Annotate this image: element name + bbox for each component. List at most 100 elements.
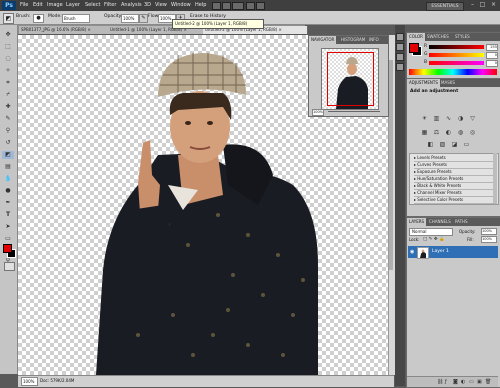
black-white-icon[interactable]: ◐ — [445, 129, 452, 136]
quick-mask-icon[interactable] — [4, 262, 15, 271]
channel-mixer-icon[interactable]: ◎ — [469, 129, 476, 136]
opacity-input[interactable]: 100% — [121, 14, 139, 23]
navigator-thumbnail[interactable] — [321, 48, 379, 110]
red-slider[interactable] — [429, 45, 484, 49]
color-panel-foreground[interactable] — [409, 43, 419, 53]
tab-channels[interactable]: CHANNELS — [427, 218, 453, 226]
quick-select-tool-icon[interactable]: ✧ — [2, 67, 14, 75]
shape-tool-icon[interactable]: ▭ — [2, 235, 14, 243]
navigator-zoom-slider[interactable]: 100% — [312, 109, 384, 116]
tab-styles[interactable]: STYLES — [453, 33, 472, 41]
fill-input[interactable]: 100% — [481, 236, 497, 243]
color-spectrum-bar[interactable] — [409, 69, 497, 75]
lock-icons[interactable]: □ ✎ ✥ 🔒 — [423, 237, 445, 242]
menu-analysis[interactable]: Analysis — [121, 0, 142, 11]
preset-channel-mixer[interactable]: ▸ Channel Mixer Presets — [414, 190, 497, 197]
red-value[interactable]: 255 — [486, 44, 498, 51]
zoom-level-field[interactable]: 100% — [21, 377, 38, 386]
zoom-level-icon[interactable] — [232, 2, 244, 10]
close-button[interactable]: × — [489, 1, 498, 9]
color-balance-icon[interactable]: ⚖ — [433, 129, 440, 136]
layer-row[interactable]: ◉ Layer 1 — [408, 246, 498, 259]
type-tool-icon[interactable]: T — [2, 211, 14, 219]
navigator-zoom-value[interactable]: 100% — [312, 109, 324, 116]
new-layer-icon[interactable]: ▣ — [477, 379, 482, 385]
exposure-icon[interactable]: ◑ — [457, 115, 464, 122]
hand-tool-icon[interactable] — [246, 2, 255, 10]
clone-source-icon[interactable] — [396, 63, 404, 71]
vibrance-icon[interactable]: ▽ — [469, 115, 476, 122]
gradient-tool-icon[interactable]: ▤ — [2, 163, 14, 171]
tab-histogram[interactable]: HISTOGRAM — [339, 36, 367, 44]
blend-mode-select[interactable]: Normal — [409, 228, 453, 236]
brush-tool-icon[interactable]: ✎ — [2, 115, 14, 123]
bridge-icon[interactable] — [212, 2, 221, 10]
menu-filter[interactable]: Filter — [104, 0, 116, 11]
layer-opacity-input[interactable]: 100% — [481, 228, 497, 235]
menu-layer[interactable]: Layer — [66, 0, 80, 11]
menu-3d[interactable]: 3D — [144, 0, 151, 11]
brushes-icon[interactable] — [396, 53, 404, 61]
history-icon[interactable] — [396, 33, 404, 41]
navigator-zoom-track[interactable] — [328, 111, 380, 112]
tab-navigator[interactable]: NAVIGATOR — [309, 36, 337, 44]
eraser-tool-icon[interactable]: ◩ — [3, 13, 14, 24]
menu-view[interactable]: View — [155, 0, 167, 11]
eyedropper-tool-icon[interactable]: ⌿ — [2, 91, 14, 99]
posterize-icon[interactable]: ▨ — [439, 141, 446, 148]
blue-slider[interactable] — [429, 61, 484, 65]
tab-swatches[interactable]: SWATCHES — [425, 33, 451, 41]
add-mask-icon[interactable]: ◙ — [453, 379, 458, 385]
dodge-tool-icon[interactable]: ● — [2, 187, 14, 195]
crop-tool-icon[interactable]: ⌗ — [2, 79, 14, 87]
levels-icon[interactable]: ▥ — [433, 115, 440, 122]
green-slider[interactable] — [429, 53, 484, 57]
move-tool-icon[interactable]: ✥ — [2, 31, 14, 39]
menu-select[interactable]: Select — [85, 0, 100, 11]
photo-filter-icon[interactable]: ◍ — [457, 129, 464, 136]
tab-masks[interactable]: MASKS — [439, 79, 457, 87]
foreground-color-swatch[interactable] — [3, 244, 12, 253]
mode-select[interactable]: Brush — [62, 14, 90, 23]
preset-exposure[interactable]: ▸ Exposure Presets — [414, 169, 497, 176]
maximize-button[interactable]: □ — [478, 1, 487, 9]
blue-value[interactable]: 0 — [486, 60, 498, 67]
layer-style-icon[interactable]: ƒ — [445, 379, 447, 385]
menu-help[interactable]: Help — [195, 0, 206, 11]
preset-curves[interactable]: ▸ Curves Presets — [414, 162, 497, 169]
tab-layers[interactable]: LAYERS — [407, 218, 427, 226]
tab-info[interactable]: INFO — [367, 36, 381, 44]
menu-file[interactable]: File — [20, 0, 28, 11]
preset-selective-color[interactable]: ▸ Selective Color Presets — [414, 197, 497, 204]
preset-levels[interactable]: ▸ Levels Presets — [414, 155, 497, 162]
visibility-eye-icon[interactable]: ◉ — [410, 249, 414, 255]
scrollbar-thumb[interactable] — [389, 60, 393, 270]
preset-hue-saturation[interactable]: ▸ Hue/Saturation Presets — [414, 176, 497, 183]
rotate-view-icon[interactable] — [256, 2, 265, 10]
presets-scrollbar[interactable] — [493, 153, 497, 203]
hue-saturation-icon[interactable]: ▦ — [421, 129, 428, 136]
tab-document-1[interactable]: SPB013T7_JPG @ 16.6% (RGB/8) × — [19, 26, 110, 34]
green-value[interactable]: 0 — [486, 52, 498, 59]
pressure-opacity-icon[interactable]: ✎ — [139, 14, 148, 23]
document-size-info[interactable]: Doc: 579K/2.04M — [40, 377, 74, 384]
preset-black-white[interactable]: ▸ Black & White Presets — [414, 183, 497, 190]
menu-edit[interactable]: Edit — [33, 0, 43, 11]
history-brush-tool-icon[interactable]: ↺ — [2, 139, 14, 147]
tab-adjustments[interactable]: ADJUSTMENTS — [407, 79, 440, 87]
brush-preset-picker[interactable]: ● — [33, 14, 44, 23]
brightness-contrast-icon[interactable]: ☀ — [421, 115, 428, 122]
gradient-map-icon[interactable]: ▭ — [463, 141, 470, 148]
blur-tool-icon[interactable]: 💧 — [2, 175, 14, 183]
invert-icon[interactable]: ◧ — [427, 141, 434, 148]
menu-image[interactable]: Image — [47, 0, 63, 11]
menu-window[interactable]: Window — [171, 0, 191, 11]
healing-brush-tool-icon[interactable]: ✚ — [2, 103, 14, 111]
lasso-tool-icon[interactable]: ◌ — [2, 55, 14, 63]
minimize-button[interactable]: – — [468, 1, 477, 9]
navigator-view-box[interactable] — [327, 52, 374, 106]
curves-icon[interactable]: ∿ — [445, 115, 452, 122]
marquee-tool-icon[interactable]: ⬚ — [2, 43, 14, 51]
new-group-icon[interactable]: ▭ — [469, 379, 474, 385]
clone-stamp-tool-icon[interactable]: ⚲ — [2, 127, 14, 135]
